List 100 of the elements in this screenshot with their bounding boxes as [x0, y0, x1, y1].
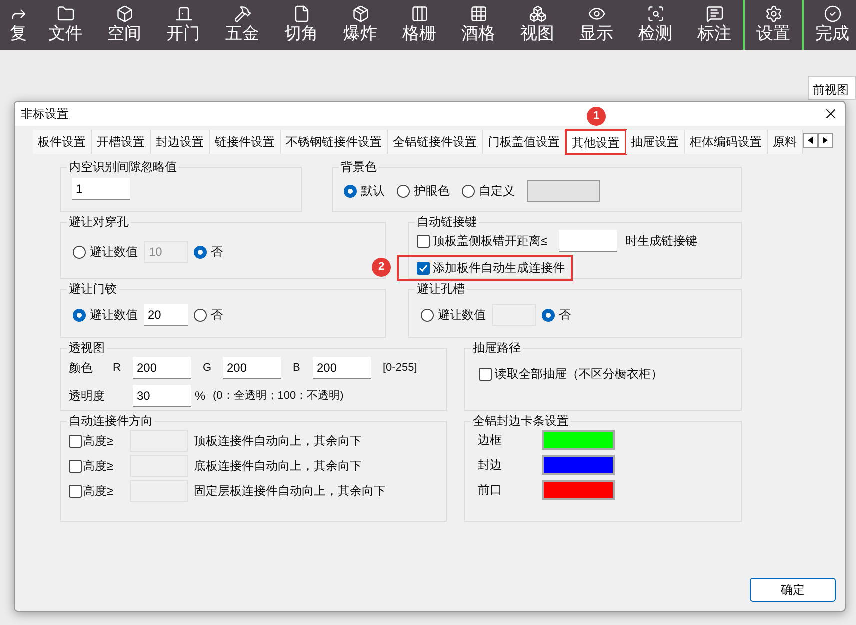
- scroll-right-icon[interactable]: [818, 133, 833, 148]
- input-field[interactable]: 200: [313, 357, 371, 379]
- rule-text: 顶板连接件自动向上，其余向下: [194, 433, 362, 450]
- toolbar-button[interactable]: 标注: [684, 0, 743, 50]
- toolbar-button[interactable]: 酒格: [448, 0, 507, 50]
- checkbox-label: 顶板盖侧板错开距离≤: [433, 233, 548, 250]
- group-title: 自动连接件方向: [68, 413, 154, 430]
- input-field[interactable]: 200: [133, 357, 191, 379]
- rule-text: 固定层板连接件自动向上，其余向下: [194, 483, 386, 500]
- opacity-hint: (0：全透明；100：不透明): [213, 388, 344, 404]
- radio-label: 避让数值: [438, 307, 486, 324]
- radio-label: 避让数值: [90, 244, 138, 261]
- tab[interactable]: 柜体编码设置: [685, 130, 768, 154]
- tab[interactable]: 不锈钢链接件设置: [281, 130, 388, 154]
- radio-label: 自定义: [479, 183, 515, 200]
- package-icon: [352, 5, 370, 23]
- checkbox[interactable]: [69, 434, 82, 448]
- color-label: 封边: [478, 457, 503, 474]
- unit-label: %: [195, 388, 207, 405]
- radio-button[interactable]: [397, 184, 410, 198]
- field-label: G: [203, 360, 213, 376]
- input-field[interactable]: 200: [223, 357, 281, 379]
- tab[interactable]: 原料: [768, 130, 803, 154]
- checkbox-label: 高度≥: [83, 483, 115, 500]
- field-label: 透明度: [69, 388, 106, 405]
- radio-label: 避让数值: [90, 307, 138, 324]
- checkbox[interactable]: [417, 262, 430, 274]
- page-icon: [292, 5, 310, 23]
- tab[interactable]: 板件设置: [33, 130, 92, 154]
- tab[interactable]: 链接件设置: [210, 130, 281, 154]
- radio-button[interactable]: [194, 308, 207, 322]
- group-title: 内空识别间隙忽略值: [68, 159, 178, 176]
- view-tab[interactable]: 前视图: [808, 76, 856, 100]
- tab[interactable]: 全铝链接件设置: [388, 130, 483, 154]
- checkbox-label: 添加板件自动生成连接件: [433, 260, 565, 277]
- color-label: 前口: [478, 482, 503, 499]
- number-badge: 2: [372, 258, 391, 277]
- scroll-left-icon[interactable]: [803, 133, 818, 148]
- tab[interactable]: 封边设置: [151, 130, 210, 154]
- toolbar-button[interactable]: 切角: [271, 0, 330, 50]
- radio-button[interactable]: [462, 184, 475, 198]
- input-field[interactable]: [558, 230, 617, 252]
- radio-label: 否: [559, 307, 571, 324]
- input-field[interactable]: 30: [133, 385, 191, 407]
- toolbar-button[interactable]: 格栅: [389, 0, 448, 50]
- checkbox[interactable]: [69, 484, 82, 498]
- tab[interactable]: 抽屉设置: [626, 130, 685, 154]
- radio-label: 否: [211, 244, 223, 261]
- toolbar-button[interactable]: 爆炸: [330, 0, 389, 50]
- color-swatch[interactable]: [542, 455, 615, 475]
- input-field[interactable]: 20: [144, 304, 188, 326]
- group-title: 避让对穿孔: [68, 214, 130, 231]
- color-swatch[interactable]: [542, 480, 615, 500]
- group-title: 避让门铰: [68, 281, 118, 298]
- field-label: 颜色: [69, 360, 94, 377]
- boxes-icon: [528, 5, 546, 23]
- radio-button[interactable]: [344, 184, 357, 198]
- toolbar-button[interactable]: 检测: [625, 0, 684, 50]
- toolbar-button[interactable]: 五金: [212, 0, 271, 50]
- checkbox[interactable]: [479, 368, 492, 380]
- checkbox[interactable]: [417, 234, 430, 248]
- field-label: R: [113, 360, 122, 376]
- color-label: 边框: [478, 432, 503, 449]
- cube-icon: [116, 5, 134, 23]
- radio-label: 否: [211, 307, 223, 324]
- group-title: 全铝封边卡条设置: [472, 413, 570, 430]
- checkbox-label: 高度≥: [83, 433, 115, 450]
- field-label: B: [293, 360, 302, 376]
- checkbox-label: 高度≥: [83, 458, 115, 475]
- tab[interactable]: 门板盖值设置: [483, 130, 566, 154]
- settings-icon: [764, 5, 782, 23]
- group-title: 背景色: [340, 159, 378, 176]
- color-swatch[interactable]: [527, 180, 600, 202]
- toolbar-button[interactable]: 开门: [153, 0, 212, 50]
- radio-button[interactable]: [73, 308, 86, 322]
- group-title: 避让孔槽: [416, 281, 466, 298]
- tab[interactable]: 开槽设置: [92, 130, 151, 154]
- window-title: 非标设置: [21, 106, 69, 123]
- toolbar-button[interactable]: 视图: [507, 0, 566, 50]
- toolbar-button[interactable]: 设置: [743, 0, 802, 50]
- toolbar-button[interactable]: 完成: [802, 0, 856, 50]
- rule-text: 底板连接件自动向上，其余向下: [194, 458, 362, 475]
- range-hint: [0-255]: [383, 360, 418, 376]
- checkbox-label: 读取全部抽屉（不区分橱衣柜）: [495, 366, 663, 383]
- toolbar-button[interactable]: 复: [0, 0, 35, 50]
- checkbox[interactable]: [69, 460, 82, 472]
- color-swatch[interactable]: [542, 430, 615, 450]
- folder-icon: [56, 5, 74, 23]
- toolbar-button[interactable]: 空间: [94, 0, 153, 50]
- check-circle-icon: [824, 5, 842, 23]
- grid-icon: [470, 5, 488, 23]
- door-icon: [174, 5, 192, 23]
- input-field[interactable]: 1: [72, 178, 130, 200]
- hammer-icon: [234, 5, 252, 23]
- radio-label: 默认: [361, 183, 385, 200]
- ok-button[interactable]: 确定: [750, 578, 836, 602]
- toolbar-button[interactable]: 显示: [566, 0, 625, 50]
- scan-search-icon: [646, 5, 664, 23]
- toolbar-button[interactable]: 文件: [35, 0, 94, 50]
- group-title: 透视图: [68, 340, 106, 357]
